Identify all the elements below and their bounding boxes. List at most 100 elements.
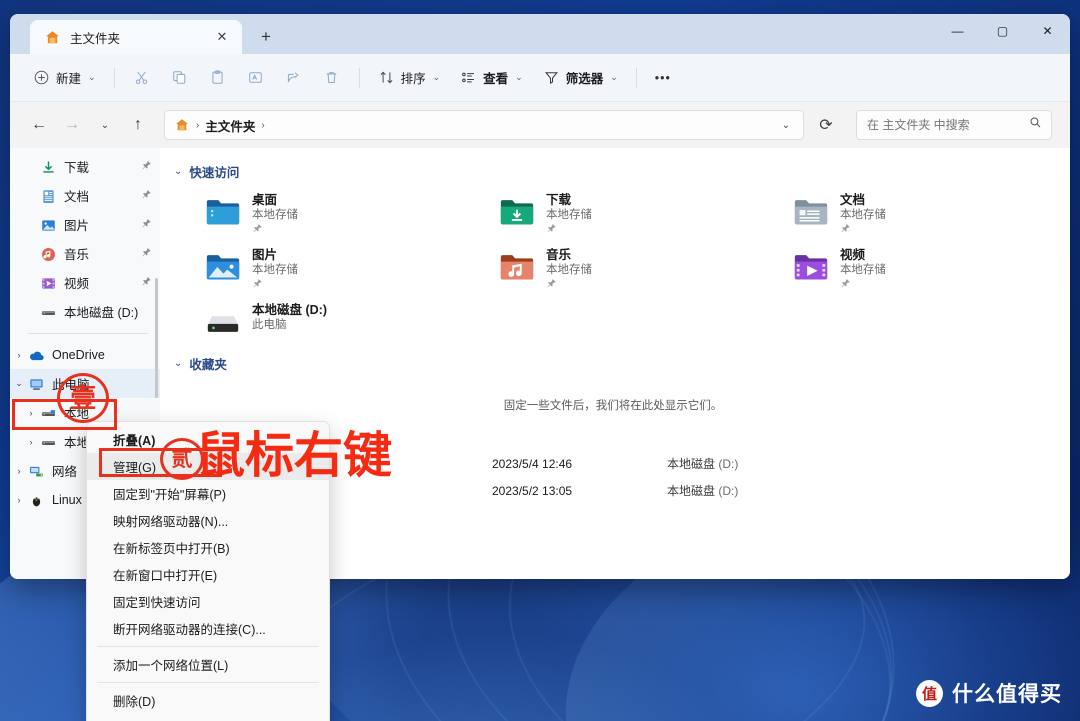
location-drive: (D:) [718, 457, 739, 471]
pin-icon[interactable] [141, 247, 152, 261]
search-input[interactable] [867, 118, 1028, 132]
new-tab-button[interactable]: + [251, 22, 281, 52]
folder-desktop-icon [204, 193, 242, 231]
chevron-down-icon[interactable]: ⌄ [174, 166, 182, 177]
context-menu-item-2[interactable]: 管理(G) [87, 453, 329, 480]
filter-button[interactable]: 筛选器 ⌄ [534, 62, 627, 94]
tile-text: 下载 本地存储 [546, 190, 592, 238]
sidebar-item-6[interactable]: 本地磁盘 (D:) [10, 297, 160, 326]
context-menu-item-1[interactable]: 折叠(A) [87, 426, 329, 453]
sidebar-scrollbar[interactable] [155, 278, 158, 398]
quick-access-tile[interactable]: 音乐 本地存储 [466, 242, 760, 297]
address-bar[interactable]: › 主文件夹 › ⌄ [164, 110, 804, 140]
context-menu[interactable]: 折叠(A) 管理(G) 固定到"开始"屏幕(P) 映射网络驱动器(N)... 在新标签页… [86, 421, 330, 721]
up-button[interactable]: ↑ [123, 110, 153, 140]
music-icon [40, 246, 57, 262]
chevron-right-icon[interactable]: › [10, 350, 28, 360]
copy-button[interactable] [162, 62, 198, 94]
toolbar-divider [113, 67, 115, 88]
breadcrumb-separator[interactable]: › [259, 120, 266, 131]
pin-icon[interactable] [141, 276, 152, 290]
group-header-quick-access[interactable]: ⌄ 快速访问 [174, 162, 1054, 181]
close-window-button[interactable]: ✕ [1025, 14, 1070, 47]
tile-text: 视频 本地存储 [840, 245, 886, 293]
context-menu-item-7[interactable]: 固定到快速访问 [87, 588, 329, 615]
chevron-down-icon[interactable]: ⌄ [10, 378, 28, 389]
sidebar-item-3[interactable]: 图片 [10, 210, 160, 239]
context-menu-item-4[interactable]: 映射网络驱动器(N)... [87, 507, 329, 534]
cut-button[interactable] [124, 62, 160, 94]
chevron-down-icon[interactable]: ⌄ [775, 120, 797, 131]
context-menu-item-6[interactable]: 在新窗口中打开(E) [87, 561, 329, 588]
sidebar-item-5[interactable]: 视频 [10, 268, 160, 297]
tile-text: 文档 本地存储 [840, 190, 886, 238]
group-header-favorites[interactable]: ⌄ 收藏夹 [174, 354, 1054, 373]
context-menu-item-11[interactable]: 重命名(M) [87, 714, 329, 721]
pin-icon[interactable] [546, 278, 592, 293]
folder-music-icon [498, 248, 536, 286]
refresh-button[interactable]: ⟳ [811, 110, 841, 140]
recent-locations-button[interactable]: ⌄ [90, 110, 120, 140]
chevron-right-icon[interactable]: › [10, 466, 28, 476]
pin-icon[interactable] [546, 223, 592, 238]
quick-access-tile[interactable]: 图片 本地存储 [172, 242, 466, 297]
window-controls: — ▢ ✕ [935, 14, 1070, 54]
sidebar-item-4[interactable]: 音乐 [10, 239, 160, 268]
search-icon[interactable] [1028, 115, 1043, 135]
breadcrumb-home-folder[interactable]: 主文件夹 [205, 116, 255, 135]
forward-button[interactable]: → [57, 110, 87, 140]
rename-button[interactable] [238, 62, 274, 94]
pin-icon[interactable] [141, 189, 152, 203]
pin-icon[interactable] [252, 278, 298, 293]
delete-button[interactable] [314, 62, 350, 94]
drive-c-icon [40, 405, 57, 421]
tile-subtitle: 本地存储 [545, 209, 592, 221]
tab-home-folder[interactable]: 主文件夹 ✕ [30, 20, 242, 54]
pin-icon[interactable] [141, 218, 152, 232]
recent-file-date: 2023/5/2 13:05 [492, 483, 573, 498]
close-icon[interactable]: ✕ [212, 27, 232, 47]
chevron-right-icon[interactable]: › [10, 495, 28, 505]
sort-button[interactable]: 排序 ⌄ [369, 62, 450, 94]
more-options-button[interactable]: ••• [646, 62, 680, 94]
view-button[interactable]: 查看 ⌄ [451, 62, 532, 94]
context-menu-item-3[interactable]: 固定到"开始"屏幕(P) [87, 480, 329, 507]
pin-icon[interactable] [840, 223, 886, 238]
context-menu-item-5[interactable]: 在新标签页中打开(B) [87, 534, 329, 561]
pin-icon[interactable] [840, 278, 886, 293]
tile-subtitle: 此电脑 [252, 319, 287, 331]
quick-access-tile[interactable]: 下载 本地存储 [466, 187, 760, 242]
share-button[interactable] [276, 62, 312, 94]
context-menu-item-10[interactable]: 删除(D) [87, 687, 329, 714]
videos-icon [40, 275, 57, 291]
tile-subtitle: 本地存储 [839, 209, 886, 221]
quick-access-tile[interactable]: 文档 本地存储 [760, 187, 1054, 242]
maximize-button[interactable]: ▢ [980, 14, 1025, 47]
sidebar-item-1[interactable]: › OneDrive [10, 340, 160, 369]
sidebar-item-2[interactable]: ⌄ 此电脑 [10, 369, 160, 398]
new-button[interactable]: 新建 ⌄ [24, 62, 105, 94]
search-box[interactable] [856, 110, 1052, 140]
sidebar-item-1[interactable]: 下载 [10, 152, 160, 181]
minimize-button[interactable]: — [935, 14, 980, 47]
quick-access-tile[interactable]: 桌面 本地存储 [172, 187, 466, 242]
rename-icon [247, 69, 264, 86]
tab-title: 主文件夹 [70, 31, 121, 46]
quick-access-tile[interactable]: 视频 本地存储 [760, 242, 1054, 297]
new-button-label: 新建 [56, 72, 82, 86]
pin-icon[interactable] [141, 160, 152, 174]
quick-access-tile[interactable]: 本地磁盘 (D:) 此电脑 [172, 297, 466, 352]
context-menu-divider [97, 646, 319, 647]
back-button[interactable]: ← [24, 110, 54, 140]
chevron-right-icon[interactable]: › [22, 408, 40, 418]
chevron-right-icon[interactable]: › [22, 437, 40, 447]
pin-icon[interactable] [252, 223, 298, 238]
pictures-icon [40, 217, 57, 233]
folder-videos-icon [792, 248, 830, 286]
context-menu-item-9[interactable]: 添加一个网络位置(L) [87, 651, 329, 678]
context-menu-item-8[interactable]: 断开网络驱动器的连接(C)... [87, 615, 329, 642]
tile-subtitle: 本地存储 [839, 264, 886, 276]
chevron-down-icon[interactable]: ⌄ [174, 358, 182, 369]
sidebar-item-2[interactable]: 文档 [10, 181, 160, 210]
paste-button[interactable] [200, 62, 236, 94]
